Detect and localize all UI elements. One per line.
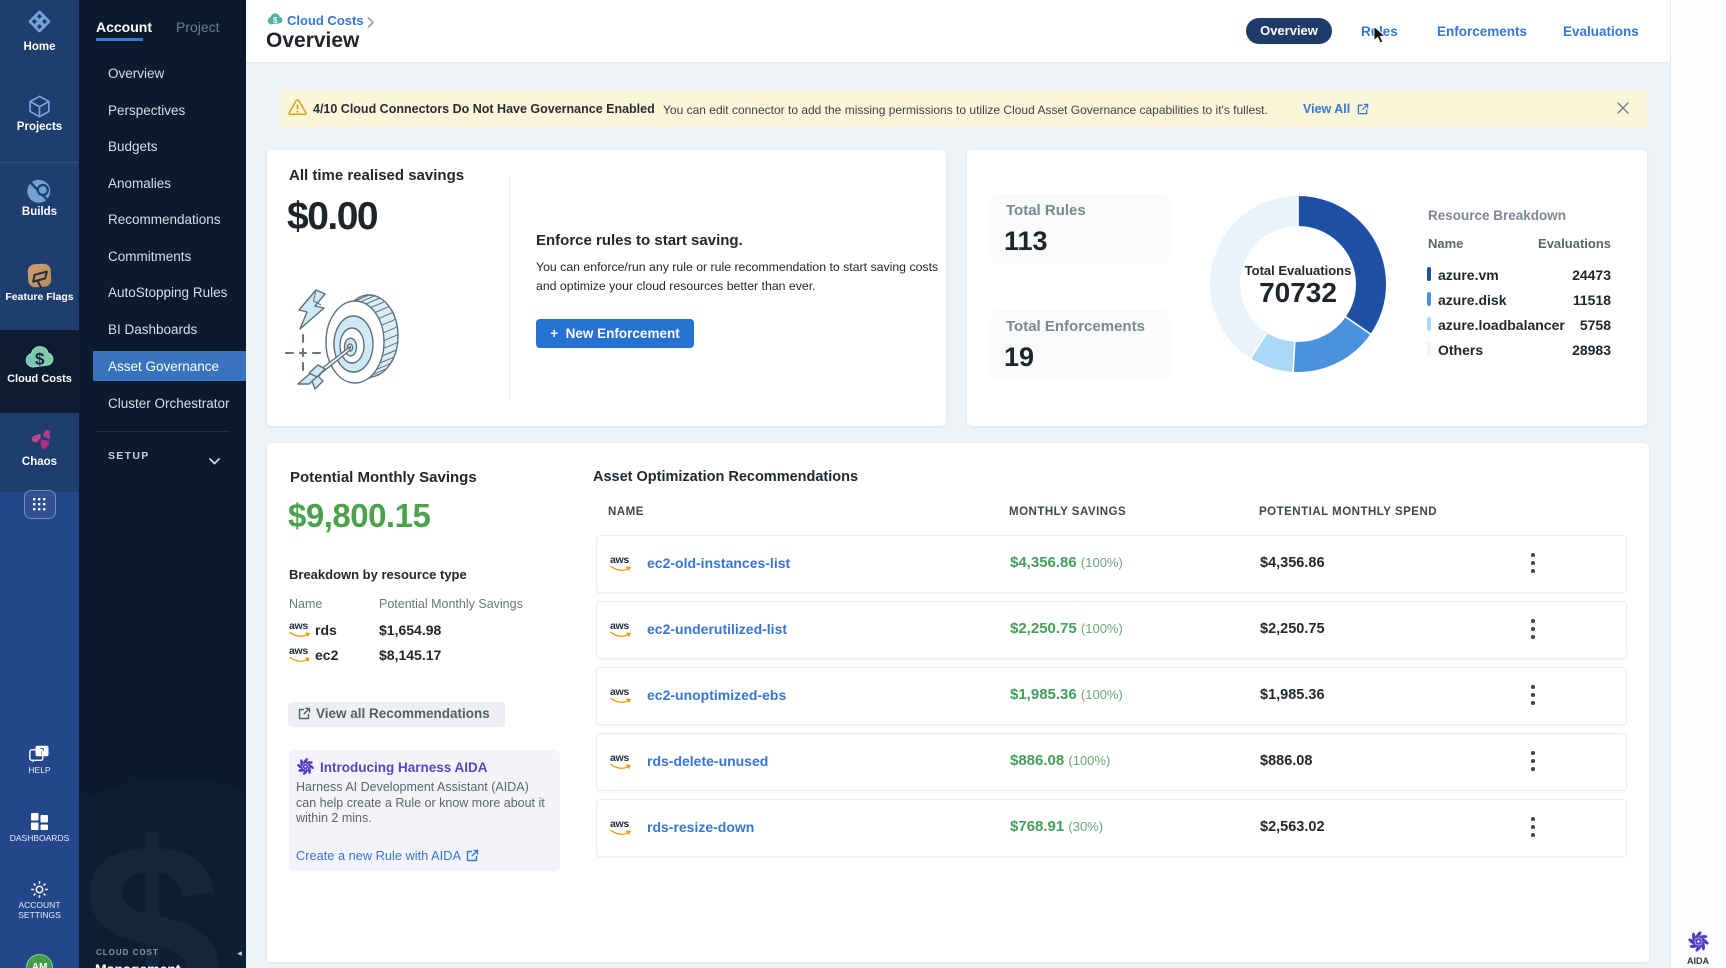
svg-text:$: $ (273, 15, 278, 25)
svg-text:$: $ (35, 350, 45, 369)
